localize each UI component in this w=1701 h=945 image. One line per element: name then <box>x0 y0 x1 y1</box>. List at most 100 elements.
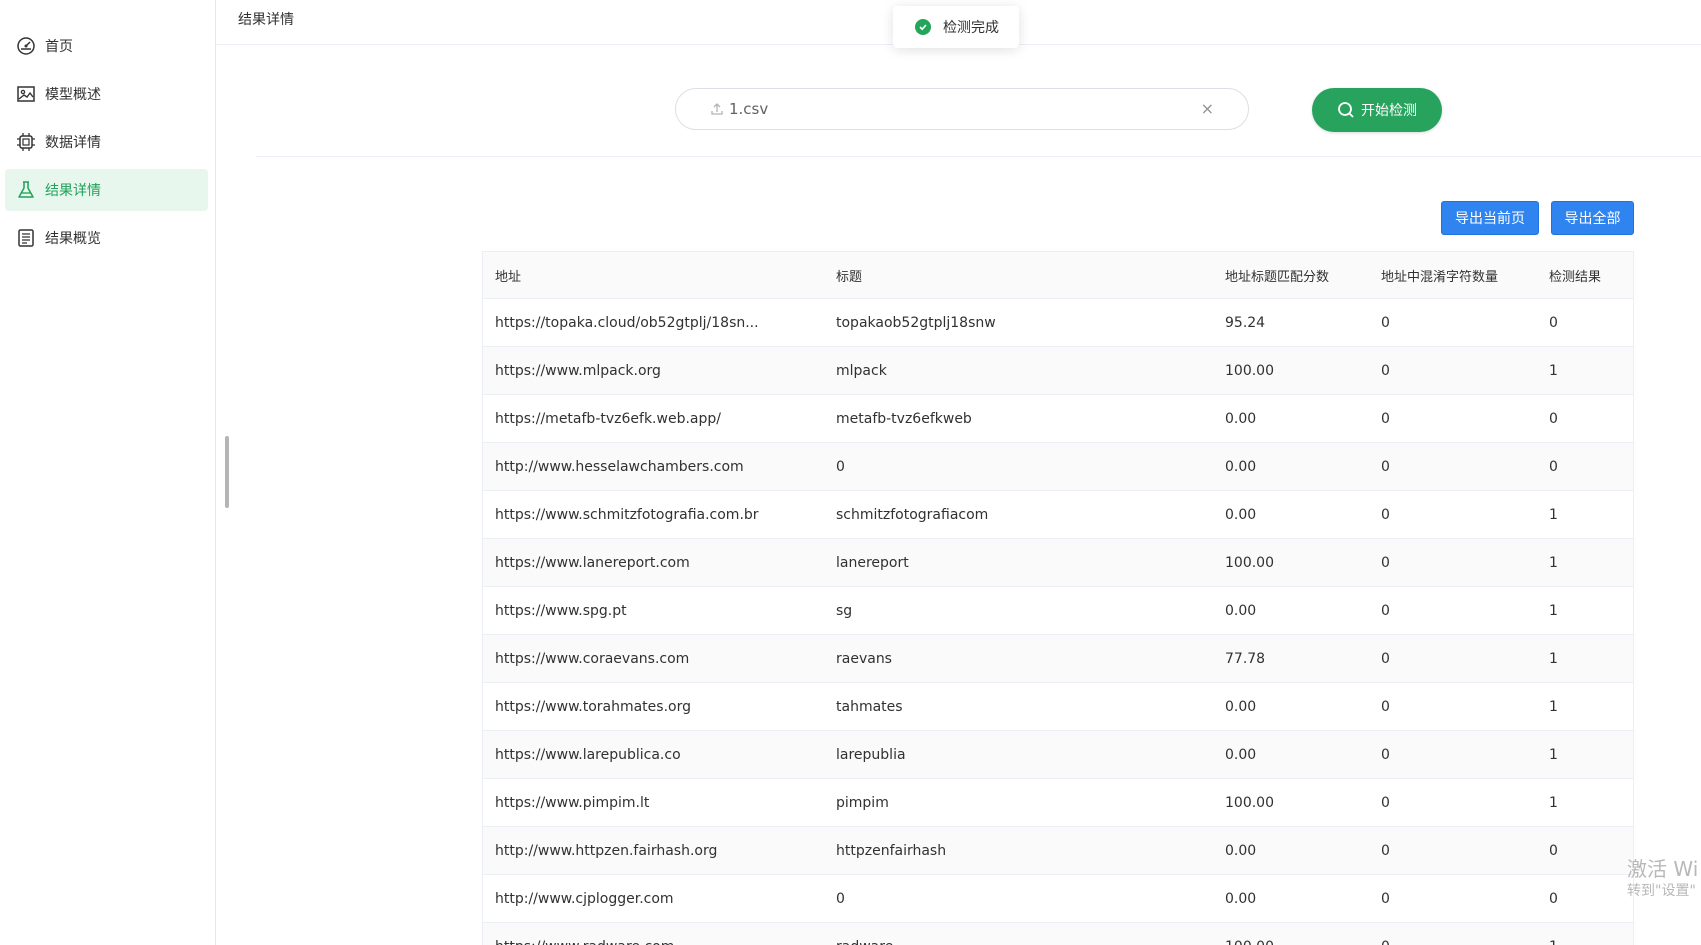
divider <box>256 156 1701 157</box>
cell-obfuscated-count: 0 <box>1369 826 1537 875</box>
table-row[interactable]: https://www.schmitzfotografia.com.br schm… <box>483 490 1633 539</box>
sidebar-item-model-overview[interactable]: 模型概述 <box>5 73 208 115</box>
cell-url: https://www.lanereport.com <box>483 538 824 587</box>
export-all-button[interactable]: 导出全部 <box>1551 201 1634 235</box>
cell-result: 1 <box>1537 682 1633 731</box>
cell-match-score: 0.00 <box>1213 442 1369 491</box>
cell-title: 0 <box>824 874 1213 923</box>
cell-result: 1 <box>1537 538 1633 587</box>
cell-result: 0 <box>1537 826 1633 875</box>
cell-title: tahmates <box>824 682 1213 731</box>
cell-match-score: 0.00 <box>1213 826 1369 875</box>
start-detection-button[interactable]: 开始检测 <box>1312 88 1442 132</box>
sidebar-item-home[interactable]: 首页 <box>5 25 208 67</box>
cell-url: https://www.mlpack.org <box>483 346 824 395</box>
check-circle-icon <box>915 19 931 35</box>
file-upload-field[interactable]: 1.csv × <box>675 88 1249 130</box>
cell-url: https://www.radware.com <box>483 922 824 945</box>
cell-url: https://www.pimpim.lt <box>483 778 824 827</box>
cell-match-score: 0.00 <box>1213 682 1369 731</box>
cell-obfuscated-count: 0 <box>1369 730 1537 779</box>
cell-match-score: 77.78 <box>1213 634 1369 683</box>
table-row[interactable]: https://www.radware.comradware100.0001 <box>483 922 1633 945</box>
cell-obfuscated-count: 0 <box>1369 394 1537 443</box>
column-header-result[interactable]: 检测结果 <box>1537 252 1633 299</box>
cell-title: schmitzfotografiacom <box>824 490 1213 539</box>
table-row[interactable]: https://www.lanereport.com lanereport 100.… <box>483 538 1633 587</box>
clear-icon[interactable]: × <box>1201 99 1214 118</box>
sidebar-item-label: 模型概述 <box>45 87 101 103</box>
cell-title: lanereport <box>824 538 1213 587</box>
table-row[interactable]: https://www.mlpack.org mlpack 100.00 0 1 <box>483 346 1633 395</box>
cell-result: 1 <box>1537 922 1633 945</box>
cell-result: 1 <box>1537 346 1633 395</box>
cell-title: topakaob52gtplj18snw <box>824 298 1213 347</box>
table-row[interactable]: https://www.coraevans.com raevans 77.78 0 1 <box>483 634 1633 683</box>
cell-url: https://www.coraevans.com <box>483 634 824 683</box>
dashboard-icon <box>15 35 37 57</box>
table-row[interactable]: https://topaka.cloud/ob52gtplj/18sn... to… <box>483 298 1633 347</box>
export-current-page-button[interactable]: 导出当前页 <box>1441 201 1539 235</box>
table-row[interactable]: https://www.spg.pt sg 0.00 0 1 <box>483 586 1633 635</box>
column-header-url[interactable]: 地址 <box>483 252 824 299</box>
cell-url: https://www.schmitzfotografia.com.br <box>483 490 824 539</box>
success-toast: 检测完成 <box>893 6 1019 48</box>
sidebar-item-data-details[interactable]: 数据详情 <box>5 121 208 163</box>
sidebar-item-result-overview[interactable]: 结果概览 <box>5 217 208 259</box>
cell-url: http://www.cjplogger.com <box>483 874 824 923</box>
cell-result: 1 <box>1537 490 1633 539</box>
column-header-match-score[interactable]: 地址标题匹配分数 <box>1213 252 1369 299</box>
column-header-title[interactable]: 标题 <box>824 252 1213 299</box>
table-row[interactable]: https://www.larepublica.co larepublia 0.00… <box>483 730 1633 779</box>
document-icon <box>15 227 37 249</box>
cell-result: 1 <box>1537 586 1633 635</box>
cell-result: 0 <box>1537 394 1633 443</box>
sidebar-item-label: 数据详情 <box>45 135 101 151</box>
upload-icon <box>710 102 724 116</box>
search-icon <box>1338 102 1354 118</box>
upload-filename: 1.csv <box>729 100 769 118</box>
image-icon <box>15 83 37 105</box>
sidebar-item-result-details[interactable]: 结果详情 <box>5 169 208 211</box>
toast-message: 检测完成 <box>943 20 999 36</box>
cell-result: 1 <box>1537 730 1633 779</box>
results-table: 地址 标题 地址标题匹配分数 地址中混淆字符数量 检测结果 https://to… <box>482 251 1634 945</box>
cell-result: 1 <box>1537 634 1633 683</box>
cell-title: pimpim <box>824 778 1213 827</box>
cell-url: https://topaka.cloud/ob52gtplj/18sn... <box>483 298 824 347</box>
sidebar: 首页 模型概述 数据详情 结果详情 结果概览 <box>0 0 216 945</box>
cell-obfuscated-count: 0 <box>1369 778 1537 827</box>
column-header-obfuscated-count[interactable]: 地址中混淆字符数量 <box>1369 252 1537 299</box>
cell-url: http://www.httpzen.fairhash.org <box>483 826 824 875</box>
table-row[interactable]: http://www.cjplogger.com 0 0.00 0 0 <box>483 874 1633 923</box>
cell-title: larepublia <box>824 730 1213 779</box>
cell-match-score: 100.00 <box>1213 922 1369 945</box>
table-header-row: 地址 标题 地址标题匹配分数 地址中混淆字符数量 检测结果 <box>483 252 1633 299</box>
cell-match-score: 0.00 <box>1213 586 1369 635</box>
cell-result: 0 <box>1537 874 1633 923</box>
table-row[interactable]: http://www.hesselawchambers.com 0 0.00 0 0 <box>483 442 1633 491</box>
cell-url: https://www.torahmates.org <box>483 682 824 731</box>
cell-match-score: 100.00 <box>1213 346 1369 395</box>
cell-title: radware <box>824 922 1213 945</box>
cell-result: 0 <box>1537 298 1633 347</box>
cell-obfuscated-count: 0 <box>1369 442 1537 491</box>
activation-watermark-sub: 转到"设置" <box>1627 883 1696 899</box>
table-row[interactable]: http://www.httpzen.fairhash.org httpzenfa… <box>483 826 1633 875</box>
sidebar-item-label: 结果详情 <box>45 183 101 199</box>
sidebar-resize-handle[interactable] <box>225 436 229 508</box>
cell-match-score: 0.00 <box>1213 874 1369 923</box>
table-row[interactable]: https://www.torahmates.org tahmates 0.00 0 1 <box>483 682 1633 731</box>
cell-title: raevans <box>824 634 1213 683</box>
cell-obfuscated-count: 0 <box>1369 634 1537 683</box>
cell-obfuscated-count: 0 <box>1369 922 1537 945</box>
cell-url: https://www.spg.pt <box>483 586 824 635</box>
cell-match-score: 0.00 <box>1213 394 1369 443</box>
table-row[interactable]: https://metafb-tvz6efk.web.app/metafb-tv… <box>483 394 1633 443</box>
cell-obfuscated-count: 0 <box>1369 682 1537 731</box>
table-row[interactable]: https://www.pimpim.lt pimpim 100.00 0 1 <box>483 778 1633 827</box>
cell-match-score: 100.00 <box>1213 538 1369 587</box>
cell-title: 0 <box>824 442 1213 491</box>
cell-match-score: 95.24 <box>1213 298 1369 347</box>
cell-url: https://metafb-tvz6efk.web.app/ <box>483 394 824 443</box>
